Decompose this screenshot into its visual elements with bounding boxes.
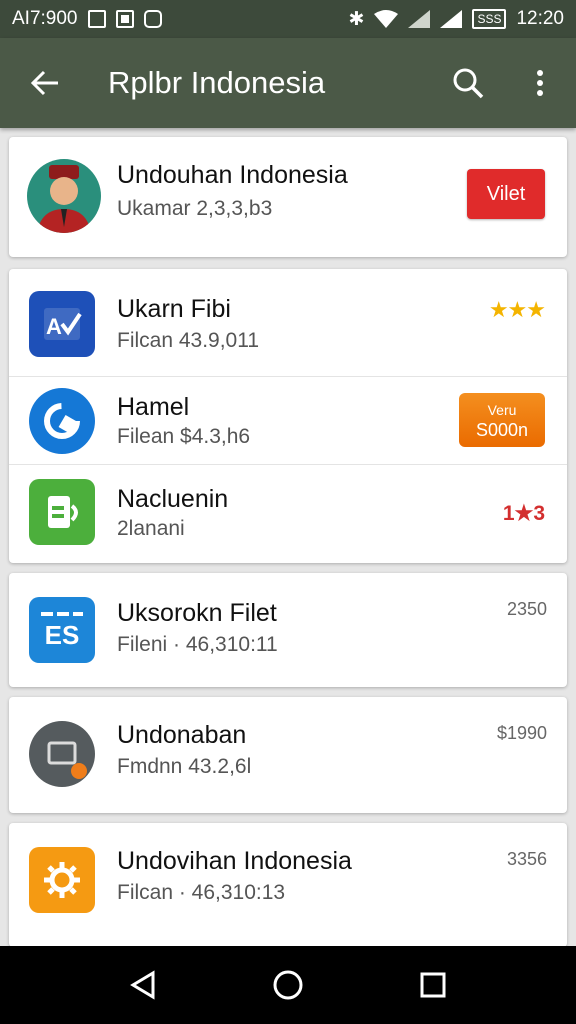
refresh-app-icon [29,388,95,454]
arrow-back-icon [30,70,58,96]
app-title: Uksorokn Filet [117,599,277,627]
overflow-menu-button[interactable] [504,38,576,128]
list-item[interactable]: Hamel Filean $4.3,h6 Veru S000n [9,377,567,465]
list-item-card[interactable]: Undovihan Indonesia Filcan · 46,310:13 3… [9,823,567,947]
bluetooth-icon: ✱ [348,8,365,30]
more-vert-icon [537,70,543,96]
featured-action-button[interactable]: Vilet [467,169,545,219]
app-subtitle: Filcan · 46,310:13 [117,881,286,904]
app-subtitle: Fileni · 46,310:11 [117,633,278,656]
es-file-icon: ES [29,597,95,663]
app-count: 3356 [506,849,547,869]
app-subtitle: Fmdnn 43.2,6l [117,755,252,778]
app-title: Undonaban [117,721,247,749]
status-bar: AI7:900 ✱ SSS 12:20 [0,0,576,38]
nav-home-button[interactable] [258,955,318,1015]
battery-icon: SSS [472,9,507,29]
svg-text:A: A [46,314,62,339]
signal-icon-2 [440,10,463,28]
featured-card[interactable]: Undouhan Indonesia Ukamar 2,3,3,b3 Vilet [9,137,567,257]
status-left-text: AI7:900 [12,8,78,29]
price-button-bottom: S000n [475,420,529,440]
app-title: Undovihan Indonesia [117,847,352,875]
nav-recents-button[interactable] [403,955,463,1015]
screenshot-notification-icon [115,10,134,28]
rating-badge: 1★3 [502,502,545,525]
shield-notification-icon [143,10,162,28]
wifi-icon [374,10,399,28]
gear-app-icon [29,847,95,913]
signal-icon [408,10,431,28]
avatar [27,159,101,233]
sheet-app-icon [29,479,95,545]
price-button[interactable]: Veru S000n [459,393,545,447]
price-button-top: Veru [487,402,517,418]
list-item-card[interactable]: ES Uksorokn Filet Fileni · 46,310:11 235… [9,573,567,687]
list-item[interactable]: A Ukarn Fibi Filcan 43.9,011 ★★★ [9,269,567,377]
featured-subtitle: Ukamar 2,3,3,b3 [117,197,273,220]
list-item-card[interactable]: Undonaban Fmdnn 43.2,6l $1990 [9,697,567,813]
person-avatar-icon [37,165,91,233]
featured-title: Undouhan Indonesia [117,161,348,189]
app-subtitle: Filean $4.3,h6 [117,425,251,448]
app-title: Nacluenin [117,485,229,513]
app-subtitle: Filcan 43.9,011 [117,329,260,352]
app-subtitle: 2lanani [117,517,185,540]
folder-app-icon [29,721,95,787]
triangle-back-icon [129,970,155,1000]
square-recents-icon [420,972,446,998]
list-item[interactable]: Nacluenin 2lanani 1★3 [9,465,567,563]
nav-back-button[interactable] [113,955,173,1015]
app-group-card: A Ukarn Fibi Filcan 43.9,011 ★★★ Hamel F… [9,269,567,563]
app-bar: Rplbr Indonesia [0,38,576,128]
circle-home-icon [273,970,303,1000]
rating-stars: ★★★ [488,297,546,322]
page-title: Rplbr Indonesia [108,65,326,100]
word-doc-icon: A [29,291,95,357]
back-button[interactable] [0,38,90,128]
search-button[interactable] [432,38,504,128]
app-title: Hamel [117,393,190,421]
status-time: 12:20 [516,8,564,29]
search-icon [453,68,484,99]
app-price: $1990 [496,723,547,743]
app-count: 2350 [506,599,547,619]
es-icon-text: ES [44,619,80,650]
app-title: Ukarn Fibi [117,295,231,323]
gallery-notification-icon [87,10,106,28]
system-nav-bar [0,946,576,1024]
